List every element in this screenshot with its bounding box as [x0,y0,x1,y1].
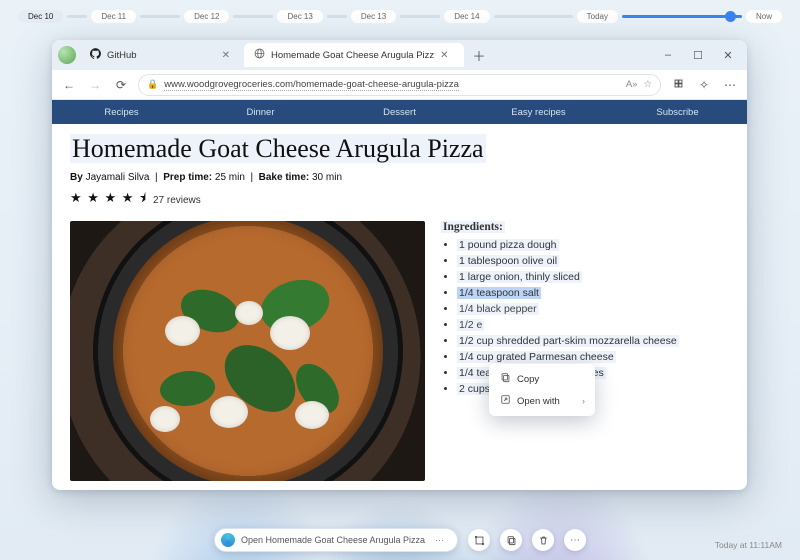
ingredient-text: 1/4 teaspoon salt [457,287,541,299]
ingredient-text: 1/2 e [457,319,484,331]
edge-icon [221,533,235,547]
chevron-right-icon: › [582,396,585,406]
tab-label: GitHub [107,50,137,61]
ingredient-item[interactable]: 1/2 cup shredded part-skim mozzarella ch… [457,333,729,349]
tab-label: Homemade Goat Cheese Arugula Pizz [271,50,434,61]
back-button[interactable]: ← [60,78,78,92]
ingredients-panel: Ingredients: 1 pound pizza dough 1 tables… [441,221,729,481]
recall-timeline[interactable]: Dec 10 Dec 11 Dec 12 Dec 13 Dec 13 Dec 1… [0,0,800,28]
timeline-date[interactable]: Dec 13 [277,10,322,23]
reload-button[interactable]: ⟳ [112,78,130,92]
address-bar[interactable]: 🔒 www.woodgrovegroceries.com/homemade-go… [138,74,661,96]
open-icon [499,394,511,408]
prep-label: Prep time: [163,172,212,183]
by-label: By [70,172,83,183]
reviews-count: 27 reviews [153,195,201,206]
article-title: Homemade Goat Cheese Arugula Pizza [70,134,486,163]
browser-window: GitHub ✕ Homemade Goat Cheese Arugula Pi… [52,40,747,490]
nav-dinner[interactable]: Dinner [191,100,330,124]
window-minimize-button[interactable]: – [655,49,681,61]
ingredient-item[interactable]: 1/4 black pepper [457,301,729,317]
star-icons: ★ ★ ★ ★ ⯨ [70,189,147,211]
ingredient-text: 1 pound pizza dough [457,239,559,251]
bake-value: 30 min [312,172,342,183]
ingredient-text: 1/4 black pepper [457,303,539,315]
timeline-date[interactable]: Dec 14 [444,10,489,23]
globe-icon [254,48,265,62]
profile-avatar[interactable] [58,46,76,64]
context-item-label: Open with [517,396,560,407]
tab-strip: GitHub ✕ Homemade Goat Cheese Arugula Pi… [52,40,747,70]
ingredient-text: 1 large onion, thinly sliced [457,271,582,283]
tab-close-button[interactable]: ✕ [440,50,448,61]
open-snapshot-label: Open Homemade Goat Cheese Arugula Pizza [241,535,425,545]
prep-value: 25 min [215,172,245,183]
ingredients-heading: Ingredients: [441,221,505,233]
recipe-hero-image [70,221,425,481]
tab-recipe[interactable]: Homemade Goat Cheese Arugula Pizz ✕ [244,43,464,67]
ingredient-item[interactable]: 1/4 teaspoon salt [457,285,729,301]
lock-icon: 🔒 [147,79,158,90]
copy-icon [499,372,511,386]
extensions-button[interactable] [669,78,687,92]
favorite-icon[interactable]: ☆ [643,79,652,90]
bake-label: Bake time: [259,172,310,183]
timeline-now[interactable]: Now [746,10,782,23]
ingredient-text: 1 tablespoon olive oil [457,255,559,267]
menu-button[interactable]: ⋯ [721,78,739,92]
timeline-date[interactable]: Dec 12 [184,10,229,23]
read-aloud-icon[interactable]: A» [626,79,638,90]
context-menu: Copy Open with › [489,364,595,416]
forward-button[interactable]: → [86,78,104,92]
new-tab-button[interactable]: ＋ [468,46,490,65]
ingredient-text: 1/4 cup grated Parmesan cheese [457,351,616,363]
context-open-with[interactable]: Open with › [489,390,595,412]
nav-dessert[interactable]: Dessert [330,100,469,124]
timeline-date[interactable]: Dec 11 [91,10,136,23]
snapshot-timestamp: Today at 11:11AM [715,540,782,550]
delete-button[interactable] [532,529,554,551]
nav-subscribe[interactable]: Subscribe [608,100,747,124]
open-snapshot-button[interactable]: Open Homemade Goat Cheese Arugula Pizza … [214,528,458,552]
author-name: Jayamali Silva [86,172,150,183]
favorites-button[interactable]: ✧ [695,78,713,92]
timeline-date[interactable]: Dec 13 [351,10,396,23]
rating-row: ★ ★ ★ ★ ⯨ 27 reviews [70,189,729,211]
timeline-slider[interactable] [622,15,742,18]
github-icon [90,48,101,62]
article-byline: By Jayamali Silva | Prep time: 25 min | … [70,172,729,183]
ingredient-text: 1/2 cup shredded part-skim mozzarella ch… [457,335,679,347]
site-nav: Recipes Dinner Dessert Easy recipes Subs… [52,100,747,124]
ingredient-item[interactable]: 1/4 cup grated Parmesan cheese [457,349,729,365]
window-close-button[interactable]: ✕ [715,49,741,62]
more-icon[interactable]: ⋯ [435,535,445,546]
timeline-today[interactable]: Today [577,10,618,23]
more-button[interactable]: ⋯ [564,529,586,551]
tab-github[interactable]: GitHub ✕ [80,43,240,67]
crop-button[interactable] [468,529,490,551]
timeline-date[interactable]: Dec 10 [18,10,63,23]
ingredient-item[interactable]: 1 tablespoon olive oil [457,253,729,269]
window-maximize-button[interactable]: ☐ [685,49,711,62]
ingredient-item[interactable]: 1/2 e [457,317,729,333]
ingredient-item[interactable]: 1 large onion, thinly sliced [457,269,729,285]
ingredient-item[interactable]: 1 pound pizza dough [457,237,729,253]
browser-toolbar: ← → ⟳ 🔒 www.woodgrovegroceries.com/homem… [52,70,747,100]
nav-recipes[interactable]: Recipes [52,100,191,124]
context-copy[interactable]: Copy [489,368,595,390]
nav-easy[interactable]: Easy recipes [469,100,608,124]
tab-close-button[interactable]: ✕ [222,50,230,61]
article-content: Homemade Goat Cheese Arugula Pizza By Ja… [52,124,747,490]
copy-button[interactable] [500,529,522,551]
address-url: www.woodgrovegroceries.com/homemade-goat… [164,79,459,91]
context-item-label: Copy [517,374,539,385]
recall-bottom-bar: Open Homemade Goat Cheese Arugula Pizza … [0,528,800,552]
